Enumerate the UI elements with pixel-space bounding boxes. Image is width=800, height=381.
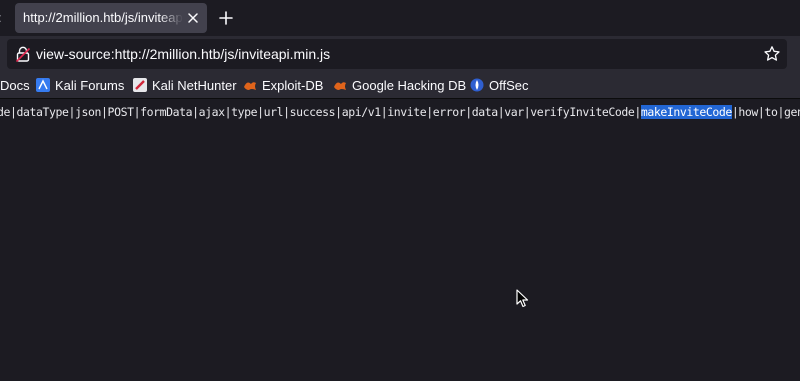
offsec-icon — [470, 78, 484, 92]
selected-text[interactable]: makeInviteCode — [640, 105, 732, 119]
bookmark-exploit-db[interactable]: Exploit-DB — [243, 76, 323, 94]
navigation-toolbar: view-source:http://2million.htb/js/invit… — [0, 36, 800, 72]
bookmark-label: OffSec — [489, 77, 529, 93]
view-source-content[interactable]: de|dataType|json|POST|formData|ajax|type… — [0, 99, 800, 381]
bookmarks-toolbar: Docs Kali Forums Kali NetHunter Exploit-… — [0, 72, 800, 99]
tab-overflow-edge: : — [0, 10, 2, 25]
bookmark-label: Exploit-DB — [262, 77, 324, 93]
exploit-db-icon — [244, 82, 256, 90]
source-text-after: |how|to|generate — [731, 105, 800, 119]
bookmark-label: Docs — [0, 77, 30, 93]
bookmark-offsec[interactable]: OffSec — [470, 76, 529, 94]
source-text-before: de|dataType|json|POST|formData|ajax|type… — [0, 105, 641, 119]
insecure-lock-icon[interactable] — [14, 45, 32, 63]
kali-nethunter-icon — [133, 78, 147, 92]
bookmark-star-icon[interactable] — [763, 45, 781, 63]
close-icon[interactable] — [185, 10, 201, 26]
google-hacking-db-icon — [334, 82, 346, 90]
tab-inviteapi[interactable]: http://2million.htb/js/inviteapi.min.js — [15, 3, 207, 33]
bookmark-label: Kali NetHunter — [152, 77, 237, 93]
bookmark-kali-forums[interactable]: Kali Forums — [36, 76, 124, 94]
bookmark-google-hacking-db[interactable]: Google Hacking DB — [333, 76, 466, 94]
bookmark-label: Google Hacking DB — [352, 77, 467, 93]
source-code-line[interactable]: de|dataType|json|POST|formData|ajax|type… — [0, 105, 800, 119]
bookmark-label: Kali Forums — [55, 77, 125, 93]
url-text[interactable]: view-source:http://2million.htb/js/invit… — [36, 46, 330, 62]
kali-forums-icon — [36, 78, 50, 92]
new-tab-plus-icon[interactable] — [216, 8, 236, 28]
tab-title: http://2million.htb/js/inviteapi.min.js — [23, 10, 183, 25]
bookmark-docs[interactable]: Docs — [0, 76, 30, 94]
url-bar[interactable]: view-source:http://2million.htb/js/invit… — [7, 39, 787, 69]
mouse-pointer-icon — [516, 289, 530, 309]
bookmark-kali-nethunter[interactable]: Kali NetHunter — [133, 76, 237, 94]
tab-strip: : http://2million.htb/js/inviteapi.min.j… — [0, 0, 800, 36]
